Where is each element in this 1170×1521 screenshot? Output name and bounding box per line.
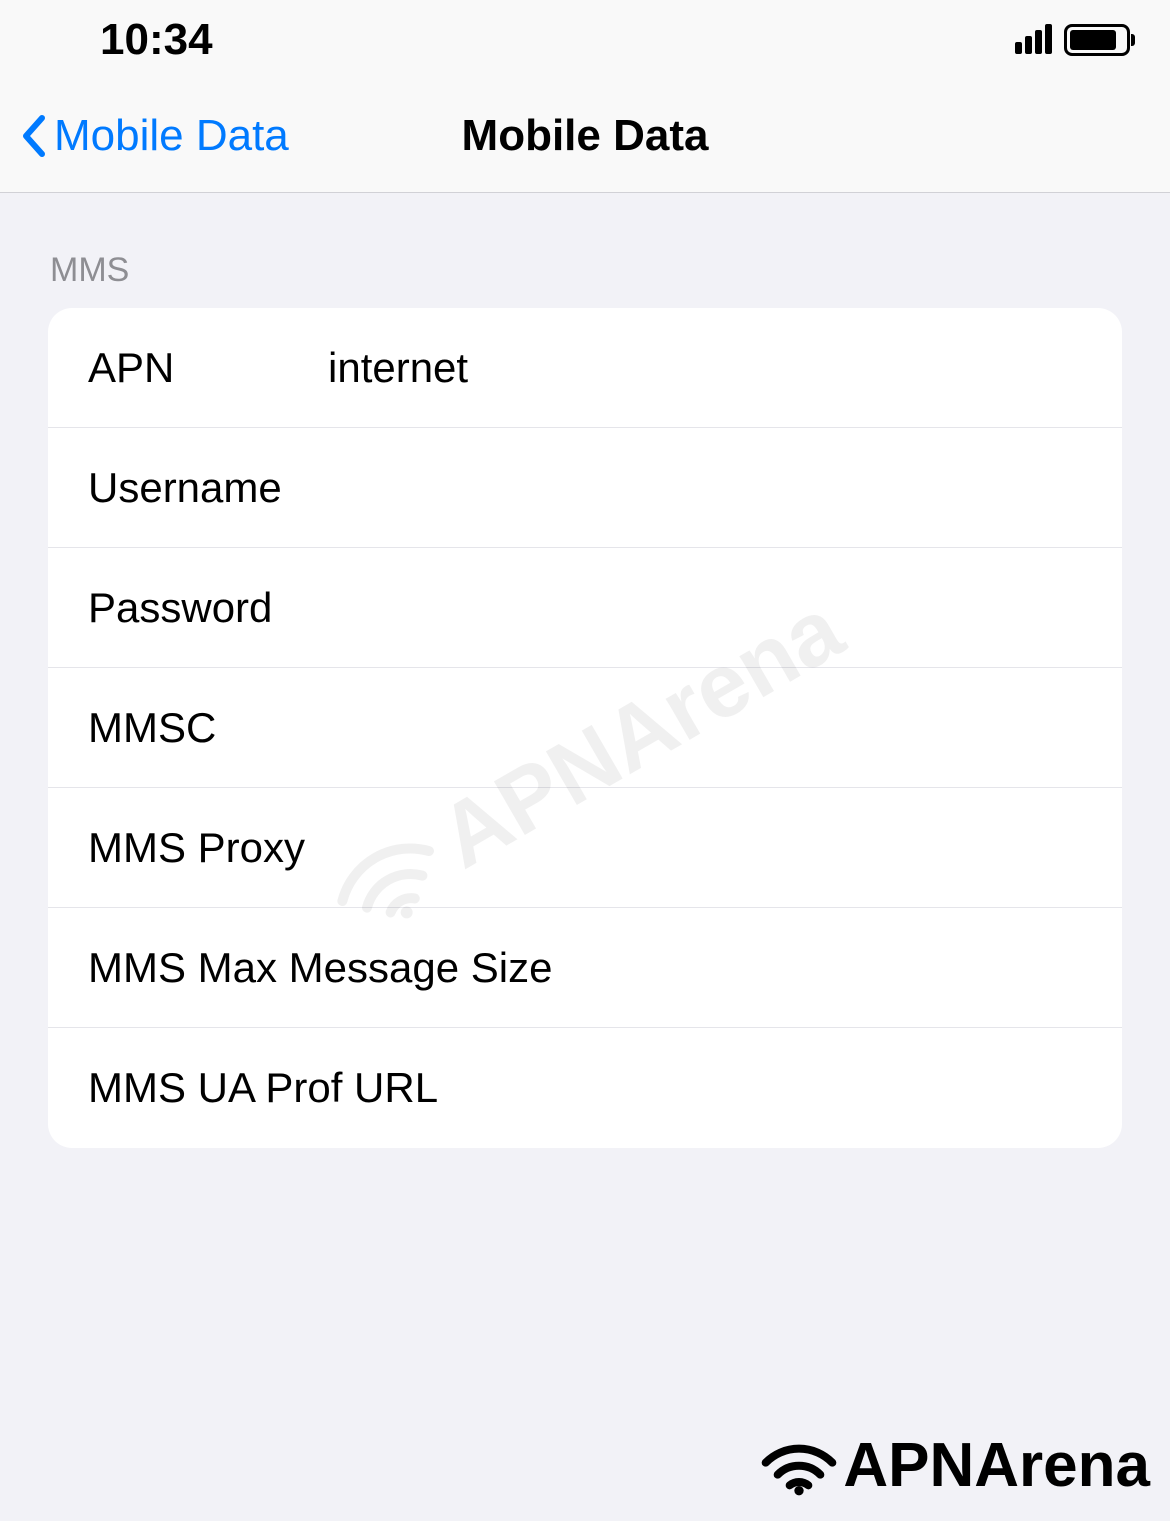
password-row[interactable]: Password xyxy=(48,548,1122,668)
cellular-signal-icon xyxy=(1015,26,1052,54)
footer-area: APNArena xyxy=(0,1241,1170,1521)
back-label: Mobile Data xyxy=(54,111,289,161)
watermark-bottom-text: APNArena xyxy=(843,1430,1150,1501)
navigation-bar: Mobile Data Mobile Data xyxy=(0,80,1170,193)
mms-proxy-row[interactable]: MMS Proxy xyxy=(48,788,1122,908)
username-label: Username xyxy=(88,464,328,512)
section-header-mms: MMS xyxy=(50,193,1122,308)
wifi-icon xyxy=(759,1436,839,1496)
page-title: Mobile Data xyxy=(462,111,709,161)
mmsc-row[interactable]: MMSC xyxy=(48,668,1122,788)
content-area: MMS APN internet Username Password MMSC … xyxy=(0,193,1170,1148)
status-time: 10:34 xyxy=(100,15,213,65)
mms-proxy-label: MMS Proxy xyxy=(88,824,328,872)
mms-ua-prof-row[interactable]: MMS UA Prof URL xyxy=(48,1028,1122,1148)
status-indicators xyxy=(1015,24,1130,56)
username-row[interactable]: Username xyxy=(48,428,1122,548)
mms-ua-prof-label: MMS UA Prof URL xyxy=(88,1064,438,1112)
mmsc-label: MMSC xyxy=(88,704,328,752)
back-button[interactable]: Mobile Data xyxy=(0,111,289,161)
settings-group-mms: APN internet Username Password MMSC MMS … xyxy=(48,308,1122,1148)
password-label: Password xyxy=(88,584,328,632)
mms-max-size-label: MMS Max Message Size xyxy=(88,944,552,992)
status-bar: 10:34 xyxy=(0,0,1170,80)
battery-icon xyxy=(1064,24,1130,56)
chevron-left-icon xyxy=(20,114,46,158)
apn-row[interactable]: APN internet xyxy=(48,308,1122,428)
apn-value[interactable]: internet xyxy=(328,344,1122,392)
apn-label: APN xyxy=(88,344,328,392)
mms-max-size-row[interactable]: MMS Max Message Size xyxy=(48,908,1122,1028)
watermark-bottom: APNArena xyxy=(759,1430,1150,1501)
